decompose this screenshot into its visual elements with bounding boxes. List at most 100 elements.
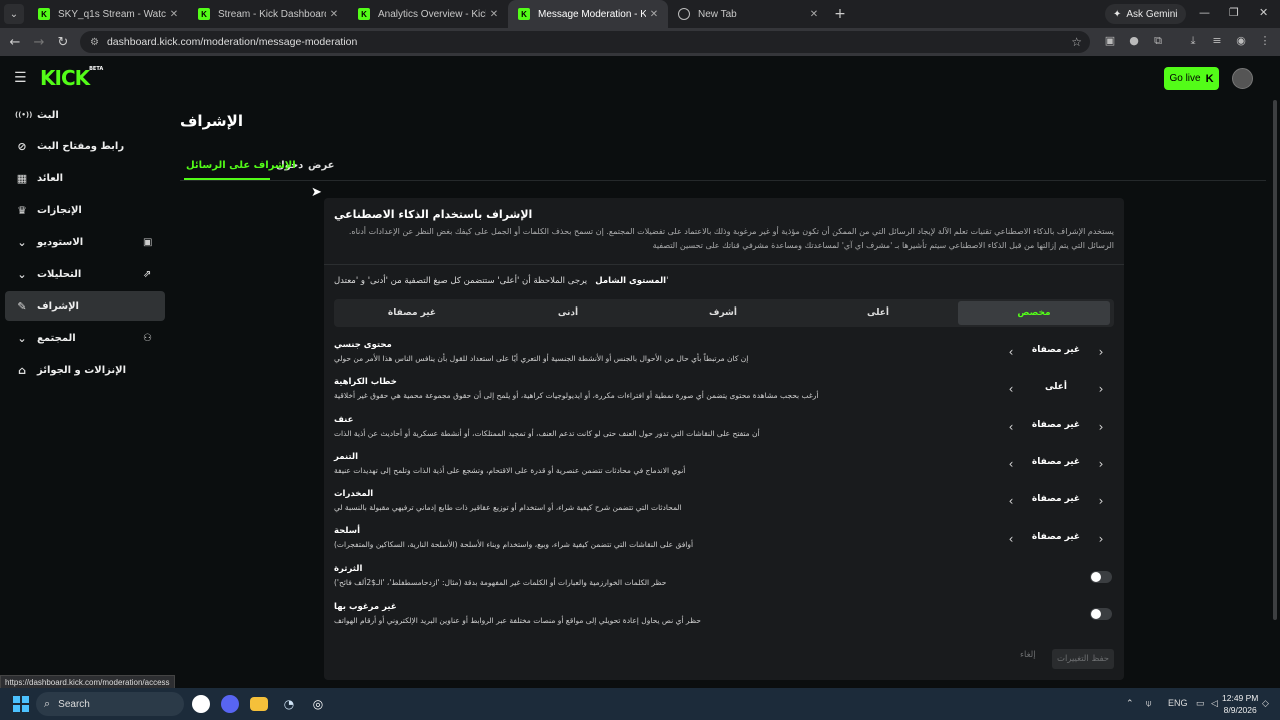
sidebar-item-moderation[interactable]: ✎ الإشراف bbox=[5, 291, 165, 321]
chevron-left-icon[interactable]: ‹ bbox=[1002, 455, 1020, 473]
chevron-left-icon[interactable]: ‹ bbox=[1002, 492, 1020, 510]
minimize-icon[interactable]: — bbox=[1199, 6, 1210, 19]
network-icon[interactable]: ▭ bbox=[1196, 698, 1205, 709]
sidebar-item-drops[interactable]: ⌂ الإنزالات و الجوائز bbox=[5, 355, 165, 385]
sidebar-item-stream-key[interactable]: ⊘ رابط ومفتاح البث bbox=[5, 131, 165, 161]
chevron-right-icon[interactable]: › bbox=[1092, 455, 1110, 473]
chevron-right-icon[interactable]: › bbox=[1092, 343, 1110, 361]
browser-tab-active[interactable]: K Message Moderation - Kick Da ✕ bbox=[508, 0, 668, 28]
search-icon: ⌕ bbox=[44, 697, 51, 710]
back-icon[interactable]: ← bbox=[3, 35, 27, 50]
sidebar-item-label: الإنجازات bbox=[37, 204, 82, 216]
file-explorer-icon[interactable] bbox=[250, 697, 268, 711]
link-icon: ⊘ bbox=[17, 139, 27, 153]
chevron-right-icon[interactable]: › bbox=[1092, 418, 1110, 436]
analytics-icon: ⇗ bbox=[143, 268, 152, 280]
bookmark-star-icon[interactable]: ☆ bbox=[1071, 35, 1082, 49]
close-tab-icon[interactable]: ✕ bbox=[166, 9, 182, 20]
extension-icon[interactable]: ▣ bbox=[1103, 34, 1117, 48]
url-text: dashboard.kick.com/moderation/message-mo… bbox=[106, 36, 358, 48]
tab-display[interactable]: عرض bbox=[308, 160, 335, 171]
notification-bell-icon[interactable]: ◇ bbox=[1262, 698, 1269, 709]
steam-icon[interactable]: ◔ bbox=[279, 694, 299, 714]
chrome-icon[interactable] bbox=[192, 695, 210, 713]
extensions-puzzle-icon[interactable]: ⧉ bbox=[1151, 34, 1165, 48]
chevron-left-icon[interactable]: ‹ bbox=[1002, 343, 1020, 361]
scrollbar-thumb[interactable] bbox=[1273, 100, 1277, 620]
taskbar-clock[interactable]: 12:49 PM 8/9/2026 bbox=[1222, 692, 1258, 716]
close-tab-icon[interactable]: ✕ bbox=[806, 9, 822, 20]
kick-logo[interactable]: KICKBETA bbox=[40, 66, 103, 90]
chevron-right-icon[interactable]: › bbox=[1092, 380, 1110, 398]
sidebar-item-community[interactable]: ⌄ المجتمع ⚇ bbox=[5, 323, 165, 353]
sidebar-item-stream[interactable]: ((•)) البث bbox=[5, 100, 165, 130]
forward-icon[interactable]: → bbox=[27, 35, 51, 50]
site-info-icon[interactable]: ⚙ bbox=[90, 37, 99, 48]
cancel-button[interactable]: إلغاء bbox=[1020, 650, 1036, 660]
community-icon: ⚇ bbox=[143, 332, 152, 344]
search-label: Search bbox=[58, 698, 90, 710]
browser-tab[interactable]: K SKY_q1s Stream - Watch Live o ✕ bbox=[28, 0, 188, 28]
chart-icon: ▦ bbox=[16, 171, 28, 185]
new-tab-button[interactable]: + bbox=[828, 6, 852, 22]
chevron-right-icon[interactable]: › bbox=[1092, 492, 1110, 510]
windows-taskbar: ⌕ Search ◔ ◎ ⌃ ⍦ ENG ▭ ◁ 12:49 PM 8/9/20… bbox=[0, 688, 1280, 720]
microphone-icon[interactable]: ⍦ bbox=[1146, 698, 1151, 709]
quantity-stepper: ‹ غير مصفاة › bbox=[1000, 341, 1112, 363]
category-description: أن متفتح على النقاشات التي تدور حول العن… bbox=[334, 429, 760, 438]
address-bar[interactable]: ⚙ dashboard.kick.com/moderation/message-… bbox=[80, 31, 1090, 53]
level-option-unfiltered[interactable]: غير مصفاة bbox=[336, 301, 488, 325]
sidebar-item-studio[interactable]: ⌄ الاستوديو ▣ bbox=[5, 227, 165, 257]
taskbar-search[interactable]: ⌕ Search bbox=[36, 692, 184, 716]
more-menu-icon[interactable]: ⋮ bbox=[1258, 34, 1272, 48]
windows-start-icon[interactable] bbox=[13, 696, 29, 712]
ask-gemini-button[interactable]: ✦ Ask Gemini bbox=[1105, 4, 1186, 24]
level-option-moderate[interactable]: أشرف bbox=[647, 301, 799, 325]
category-name: المخدرات bbox=[334, 489, 374, 499]
close-tab-icon[interactable]: ✕ bbox=[486, 9, 502, 20]
globe-icon bbox=[678, 8, 690, 20]
level-option-custom[interactable]: مخصص bbox=[958, 301, 1110, 325]
toggle-name: غير مرغوب بها bbox=[334, 602, 397, 612]
close-tab-icon[interactable]: ✕ bbox=[326, 9, 342, 20]
extension-icon[interactable]: ● bbox=[1127, 34, 1141, 48]
close-window-icon[interactable]: ✕ bbox=[1259, 6, 1268, 19]
toggle-description: حظر أي نص يحاول إعادة تحويلي إلى مواقع أ… bbox=[334, 616, 701, 625]
menu-hamburger-icon[interactable]: ☰ bbox=[14, 70, 27, 86]
spam-gibberish-toggle[interactable] bbox=[1090, 571, 1112, 583]
chevron-left-icon[interactable]: ‹ bbox=[1002, 380, 1020, 398]
tab-message-moderation[interactable]: الإشراف على الرسائل bbox=[186, 160, 296, 171]
sidebar-item-revenue[interactable]: ▦ العائد bbox=[5, 163, 165, 193]
tab-search-button[interactable]: ⌄ bbox=[4, 4, 24, 24]
scrollbar[interactable] bbox=[1272, 100, 1278, 680]
level-option-high[interactable]: أعلى bbox=[802, 301, 954, 325]
chevron-left-icon[interactable]: ‹ bbox=[1002, 530, 1020, 548]
chevron-right-icon[interactable]: › bbox=[1092, 530, 1110, 548]
language-indicator[interactable]: ENG bbox=[1168, 698, 1188, 708]
save-button[interactable]: حفظ التغييرات bbox=[1052, 649, 1114, 669]
page-title: الإشراف bbox=[180, 112, 243, 130]
close-tab-icon[interactable]: ✕ bbox=[646, 9, 662, 20]
reading-list-icon[interactable]: ≡ bbox=[1210, 34, 1224, 48]
logo-text: KICK bbox=[40, 66, 90, 90]
profile-icon[interactable]: ◉ bbox=[1234, 34, 1248, 48]
browser-tab[interactable]: New Tab ✕ bbox=[668, 0, 828, 28]
reload-icon[interactable]: ↻ bbox=[51, 35, 75, 50]
divider bbox=[180, 180, 1266, 181]
volume-icon[interactable]: ◁ bbox=[1211, 698, 1218, 709]
avatar[interactable] bbox=[1232, 68, 1253, 89]
unwanted-links-toggle[interactable] bbox=[1090, 608, 1112, 620]
go-live-button[interactable]: Go live K bbox=[1164, 67, 1219, 90]
browser-tab[interactable]: K Stream - Kick Dashboard ✕ bbox=[188, 0, 348, 28]
sidebar-item-achievements[interactable]: ♛ الإنجازات bbox=[5, 195, 165, 225]
level-option-minimal[interactable]: أدنى bbox=[492, 301, 644, 325]
browser-tab[interactable]: K Analytics Overview - Kick Dash ✕ bbox=[348, 0, 508, 28]
sidebar-item-analytics[interactable]: ⌄ التحليلات ⇗ bbox=[5, 259, 165, 289]
maximize-icon[interactable]: ❐ bbox=[1229, 6, 1239, 19]
chevron-up-icon[interactable]: ⌃ bbox=[1126, 698, 1134, 709]
discord-icon[interactable] bbox=[221, 695, 239, 713]
chevron-left-icon[interactable]: ‹ bbox=[1002, 418, 1020, 436]
panel-description: يستخدم الإشراف بالذكاء الاصطناعي تقنيات … bbox=[348, 227, 1114, 250]
download-icon[interactable]: ⤓ bbox=[1186, 34, 1200, 48]
obs-icon[interactable]: ◎ bbox=[308, 694, 328, 714]
